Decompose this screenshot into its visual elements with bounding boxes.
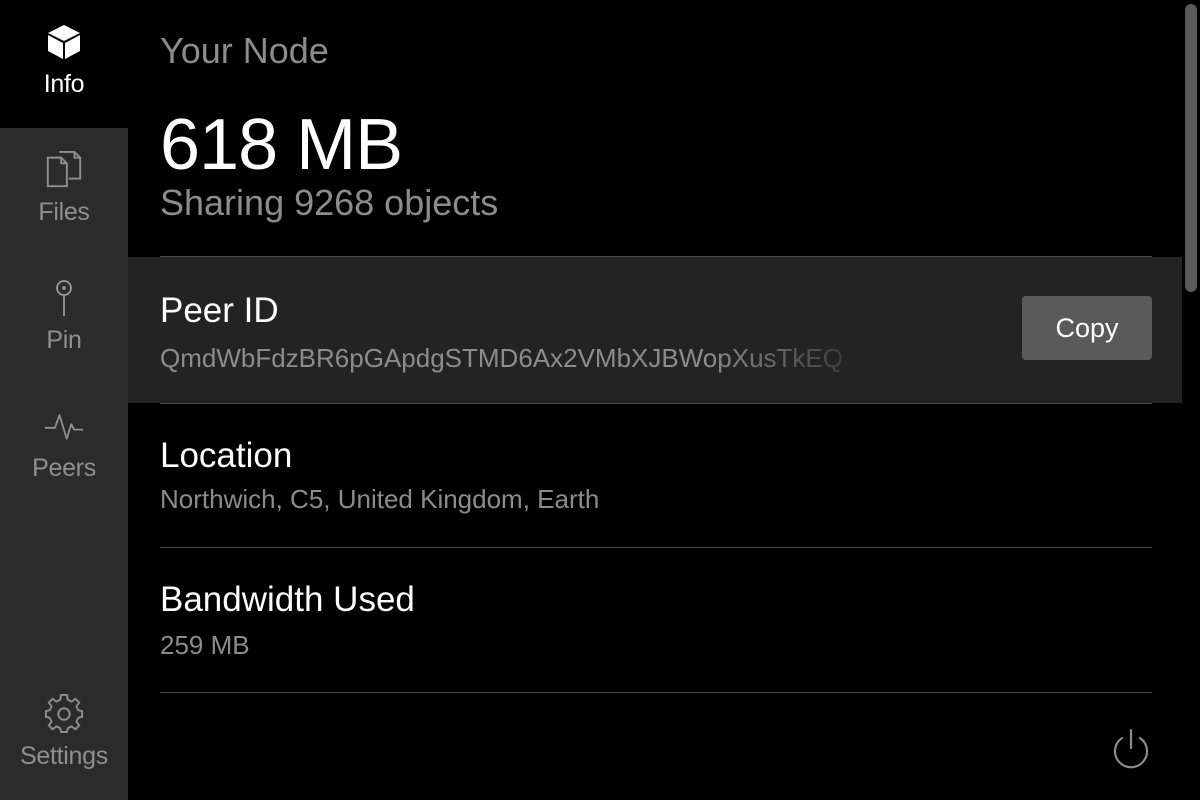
bandwidth-label: Bandwidth Used xyxy=(160,580,415,619)
sidebar-item-files[interactable]: Files xyxy=(0,128,128,256)
peer-id-value: QmdWbFdzBR6pGApdgSTMD6Ax2VMbXJBWopXusTkE… xyxy=(160,343,843,373)
sidebar-item-label: Files xyxy=(38,198,90,226)
sidebar-item-settings[interactable]: Settings xyxy=(0,672,128,800)
sidebar-item-info[interactable]: Info xyxy=(0,0,128,128)
copy-button[interactable]: Copy xyxy=(1022,296,1152,360)
sidebar-item-peers[interactable]: Peers xyxy=(0,384,128,512)
sidebar-item-pin[interactable]: Pin xyxy=(0,256,128,384)
bandwidth-value: 259 MB xyxy=(160,630,250,660)
sidebar-item-label: Info xyxy=(43,70,85,98)
pin-icon xyxy=(44,278,84,318)
power-icon xyxy=(1110,728,1152,776)
location-value: Northwich, C5, United Kingdom, Earth xyxy=(160,484,600,514)
location-label: Location xyxy=(160,436,293,475)
peer-id-label: Peer ID xyxy=(160,291,279,330)
sidebar: Info Files Pin Peers Settings xyxy=(0,0,128,800)
files-icon xyxy=(44,150,84,190)
divider xyxy=(160,547,1152,548)
gear-icon xyxy=(44,694,84,734)
divider xyxy=(160,692,1152,693)
repo-size: 618 MB xyxy=(160,105,403,185)
app-window: Info Files Pin Peers Settings Your Node … xyxy=(0,0,1200,800)
sidebar-item-label: Settings xyxy=(20,742,108,770)
scrollbar-thumb[interactable] xyxy=(1185,4,1197,292)
info-panel: Your Node 618 MB Sharing 9268 objects Pe… xyxy=(128,0,1182,800)
sharing-count: Sharing 9268 objects xyxy=(160,182,499,223)
power-button[interactable] xyxy=(1110,728,1152,772)
sidebar-item-label: Pin xyxy=(46,326,82,354)
sidebar-item-label: Peers xyxy=(32,454,96,482)
divider xyxy=(160,403,1152,404)
peer-id-row: Peer ID QmdWbFdzBR6pGApdgSTMD6Ax2VMbXJBW… xyxy=(128,257,1182,403)
scrollbar[interactable] xyxy=(1182,0,1200,800)
page-title: Your Node xyxy=(160,30,329,71)
cube-icon xyxy=(44,22,84,62)
pulse-icon xyxy=(44,406,84,446)
